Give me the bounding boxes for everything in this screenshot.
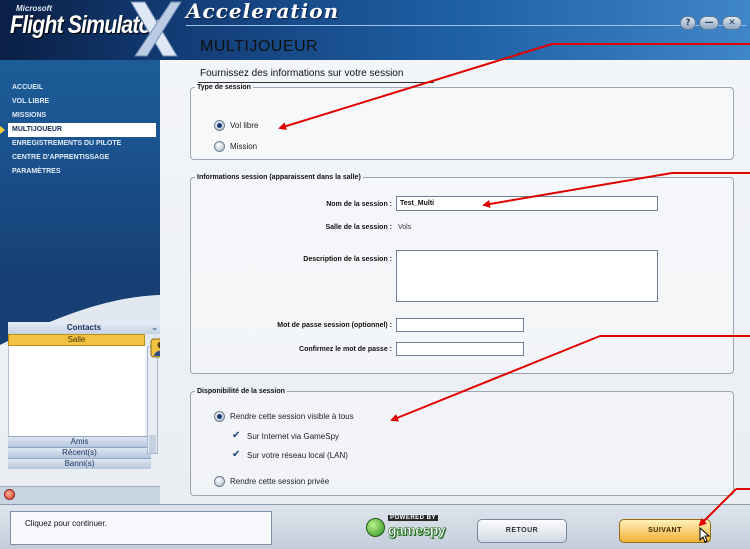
- session-password-input[interactable]: [396, 318, 524, 332]
- help-icon[interactable]: ?: [680, 16, 696, 30]
- session-name-label: Nom de la session :: [326, 201, 392, 208]
- sidebar-item-enregistrements[interactable]: ENREGISTREMENTS DU PILOTE: [12, 137, 156, 151]
- status-text: Cliquez pour continuer.: [25, 519, 107, 528]
- chevron-down-icon[interactable]: ⌄: [151, 322, 158, 334]
- status-indicator-icon: [4, 489, 15, 500]
- page-subtitle: Fournissez des informations sur votre se…: [200, 68, 404, 79]
- main-content: MULTIJOUEUR Fournissez des informations …: [170, 34, 750, 504]
- sidebar-nav: ACCUEIL VOL LIBRE MISSIONS MULTIJOUEUR E…: [0, 81, 156, 179]
- checkbox-lan-label: Sur votre réseau local (LAN): [247, 450, 348, 460]
- next-button[interactable]: SUIVANT: [619, 519, 711, 543]
- checkbox-lan[interactable]: ✔ Sur votre réseau local (LAN): [232, 450, 348, 460]
- radio-private[interactable]: Rendre cette session privée: [214, 476, 329, 487]
- sidebar-item-accueil[interactable]: ACCUEIL: [12, 81, 156, 95]
- confirm-password-input[interactable]: [396, 342, 524, 356]
- app-window: Microsoft Flight Simulator Acceleration …: [0, 0, 750, 549]
- confirm-password-label: Confirmez le mot de passe :: [299, 346, 392, 353]
- contacts-person-icon[interactable]: [150, 338, 160, 358]
- sidebar-item-missions[interactable]: MISSIONS: [12, 109, 156, 123]
- checkmark-icon[interactable]: ✔: [232, 450, 242, 460]
- radio-unselected-icon[interactable]: [214, 141, 225, 152]
- session-name-input[interactable]: Test_Multi: [396, 196, 658, 211]
- session-info-legend: Informations session (apparaissent dans …: [197, 174, 361, 181]
- session-description-label: Description de la session :: [303, 256, 392, 263]
- radio-private-label: Rendre cette session privée: [230, 477, 330, 486]
- contacts-tab-amis[interactable]: Amis: [8, 436, 151, 447]
- checkmark-icon[interactable]: ✔: [232, 431, 242, 441]
- radio-vol-libre-label: Vol libre: [230, 121, 259, 130]
- radio-vol-libre[interactable]: Vol libre: [214, 120, 258, 131]
- session-type-legend: Type de session: [197, 84, 251, 91]
- contacts-scrollbar[interactable]: [147, 346, 158, 454]
- acceleration-logo: Acceleration: [186, 0, 340, 23]
- checkbox-internet-label: Sur Internet via GameSpy: [247, 431, 340, 441]
- header-divider: [186, 25, 746, 26]
- sidebar-item-centre-apprentissage[interactable]: CENTRE D'APPRENTISSAGE: [12, 151, 156, 165]
- radio-mission-label: Mission: [230, 142, 258, 151]
- minimize-icon[interactable]: —: [699, 16, 719, 30]
- contacts-tab-bannis[interactable]: Banni(s): [8, 458, 151, 469]
- radio-visible-all[interactable]: Rendre cette session visible à tous: [214, 411, 354, 422]
- sidebar: ACCUEIL VOL LIBRE MISSIONS MULTIJOUEUR E…: [0, 60, 160, 275]
- radio-mission[interactable]: Mission: [214, 141, 257, 152]
- radio-selected-icon[interactable]: [214, 120, 225, 131]
- bottom-bar: Cliquez pour continuer. POWERED BY games…: [0, 504, 750, 549]
- gamespy-powered-text: POWERED BY: [388, 515, 439, 521]
- status-box: Cliquez pour continuer.: [10, 511, 272, 545]
- checkbox-internet-gamespy[interactable]: ✔ Sur Internet via GameSpy: [232, 431, 339, 441]
- gamespy-name-text: gamespy: [388, 522, 446, 539]
- close-icon[interactable]: ✕: [722, 16, 742, 30]
- scrollbar-thumb[interactable]: [149, 435, 156, 453]
- back-button[interactable]: RETOUR: [477, 519, 567, 543]
- sidebar-item-vol-libre[interactable]: VOL LIBRE: [12, 95, 156, 109]
- session-description-input[interactable]: [396, 250, 658, 302]
- contacts-tab-salle[interactable]: Salle: [8, 334, 145, 346]
- sidebar-item-parametres[interactable]: PARAMÈTRES: [12, 165, 156, 179]
- contacts-header[interactable]: Contacts ⌄: [8, 322, 160, 334]
- radio-unselected-icon[interactable]: [214, 476, 225, 487]
- contacts-tab-recents[interactable]: Récent(s): [8, 447, 151, 458]
- radio-visible-all-label: Rendre cette session visible à tous: [230, 412, 354, 421]
- contacts-title: Contacts: [66, 323, 102, 332]
- session-room-value: Vols: [398, 224, 412, 231]
- contacts-panel: Contacts ⌄ Salle Amis Récent(s) Banni(s): [8, 322, 160, 502]
- radio-selected-icon[interactable]: [214, 411, 225, 422]
- session-password-label: Mot de passe session (optionnel) :: [277, 322, 392, 329]
- page-title: MULTIJOUEUR: [200, 38, 319, 55]
- gamespy-ball-icon: [366, 518, 385, 537]
- availability-legend: Disponibilité de la session: [197, 388, 285, 395]
- contacts-list: [8, 346, 145, 436]
- gamespy-logo: POWERED BY gamespy: [366, 515, 446, 539]
- mouse-cursor-icon: [699, 527, 711, 543]
- sidebar-footer: [0, 486, 160, 504]
- session-room-label: Salle de la session :: [325, 224, 392, 231]
- sidebar-item-multijoueur[interactable]: MULTIJOUEUR: [0, 123, 156, 137]
- window-controls: ? — ✕: [680, 16, 742, 30]
- session-type-group: Type de session: [190, 84, 734, 160]
- title-divider: [198, 82, 434, 83]
